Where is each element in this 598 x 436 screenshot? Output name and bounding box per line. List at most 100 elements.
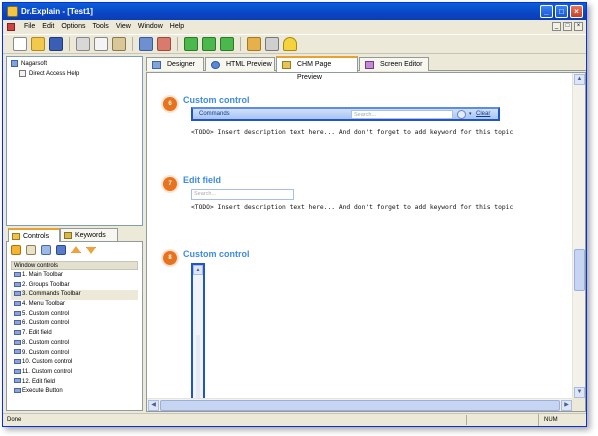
project-icon (11, 60, 18, 67)
commands-toolbar-preview: Commands Search... ▾ Clear (191, 107, 500, 121)
menu-window[interactable]: Window (138, 23, 163, 30)
new-document-icon[interactable] (13, 37, 27, 51)
settings-icon[interactable] (41, 245, 51, 255)
search-icon[interactable] (457, 110, 466, 119)
move-up-icon[interactable] (71, 246, 81, 253)
delete-icon[interactable] (56, 245, 66, 255)
export-icon[interactable] (247, 37, 261, 51)
chevron-down-icon[interactable]: ▾ (469, 111, 472, 117)
window-title: Dr.Explain - [Test1] (21, 7, 93, 16)
copy-icon[interactable] (94, 37, 108, 51)
list-item-selected[interactable]: 3. Commands Toolbar (11, 290, 138, 301)
mdi-buttons: _ □ × (552, 22, 583, 31)
status-bar: Done NUM (3, 413, 586, 426)
list-item[interactable]: 10. Custom control (11, 358, 138, 368)
menu-tools[interactable]: Tools (92, 23, 108, 30)
scroll-up-icon[interactable]: ▲ (193, 265, 203, 275)
scroll-left-icon[interactable]: ◀ (148, 400, 159, 411)
menu-help[interactable]: Help (170, 23, 184, 30)
menu-edit[interactable]: Edit (42, 23, 54, 30)
edit-control-icon[interactable] (26, 245, 36, 255)
tree-child[interactable]: Direct Access Help (19, 70, 79, 77)
list-item[interactable]: 9. Custom control (11, 349, 138, 359)
menu-bar: File Edit Options Tools View Window Help (3, 20, 586, 33)
scroll-thumb[interactable] (574, 249, 585, 291)
list-item[interactable]: 2. Groups Toolbar (11, 281, 138, 291)
control-icon (14, 310, 21, 316)
capture-window-icon[interactable] (202, 37, 216, 51)
list-item-label: 10. Custom control (22, 359, 73, 366)
title-bar[interactable]: Dr.Explain - [Test1] _ □ × (3, 3, 586, 20)
list-item[interactable]: 1. Main Toolbar (11, 271, 138, 281)
menu-view[interactable]: View (116, 23, 131, 30)
clear-link[interactable]: Clear (476, 111, 490, 117)
mdi-minimize-button[interactable]: _ (552, 22, 561, 31)
key-icon (64, 232, 72, 239)
undo-icon[interactable] (139, 37, 153, 51)
page-preview[interactable]: 6 Custom control Commands Search... ▾ Cl… (146, 72, 586, 412)
document-icon[interactable] (7, 22, 15, 31)
horizontal-scrollbar[interactable]: ◀ ▶ (147, 398, 573, 411)
control-icon (14, 359, 21, 365)
tab-chm-page-preview[interactable]: CHM Page Preview (276, 56, 358, 81)
tab-controls[interactable]: Controls (8, 228, 60, 242)
paste-icon[interactable] (112, 37, 126, 51)
num-lock-indicator: NUM (538, 414, 574, 426)
redo-icon[interactable] (157, 37, 171, 51)
menu-file[interactable]: File (24, 23, 35, 30)
add-control-icon[interactable] (11, 245, 21, 255)
tab-keywords[interactable]: Keywords (60, 228, 118, 242)
list-item-label: 4. Menu Toolbar (22, 301, 65, 308)
app-icon (7, 6, 18, 17)
list-item-label: 11. Custom control (22, 368, 72, 375)
tab-designer[interactable]: Designer (146, 57, 204, 71)
commands-search-field[interactable]: Search... (351, 110, 453, 119)
control-icon (14, 339, 21, 345)
save-icon[interactable] (49, 37, 63, 51)
list-item[interactable]: 6. Custom control (11, 319, 138, 329)
tab-screen-editor[interactable]: Screen Editor (359, 57, 429, 71)
capture-area-icon[interactable] (220, 37, 234, 51)
toolbar-separator (240, 37, 241, 51)
print-icon[interactable] (265, 37, 279, 51)
scroll-track[interactable] (196, 335, 200, 405)
list-item[interactable]: 12. Edit field (11, 378, 138, 388)
list-item[interactable]: 5. Custom control (11, 310, 138, 320)
tab-html-preview[interactable]: HTML Preview (205, 57, 275, 71)
menu-options[interactable]: Options (61, 23, 85, 30)
scroll-down-icon[interactable]: ▼ (574, 387, 585, 398)
project-tree[interactable]: Nagarsoft Direct Access Help (6, 56, 143, 226)
control-icon (14, 349, 21, 355)
tree-root-label: Nagarsoft (21, 61, 48, 68)
scroll-up-icon[interactable]: ▲ (574, 74, 585, 85)
mdi-restore-button[interactable]: □ (563, 22, 572, 31)
scroll-right-icon[interactable]: ▶ (561, 400, 572, 411)
minimize-button[interactable]: _ (540, 5, 553, 18)
control-icon (14, 271, 21, 277)
section-title: Custom control (183, 95, 250, 105)
list-item[interactable]: Execute Button (11, 387, 138, 397)
screen-editor-icon (365, 61, 374, 69)
scroll-thumb-horizontal[interactable] (160, 400, 560, 411)
tree-root[interactable]: Nagarsoft (11, 60, 47, 67)
edit-field-preview[interactable]: Search... (191, 189, 294, 200)
control-icon (14, 291, 21, 297)
capture-icon[interactable] (184, 37, 198, 51)
mdi-close-button[interactable]: × (574, 22, 583, 31)
cut-icon[interactable] (76, 37, 90, 51)
open-folder-icon[interactable] (31, 37, 45, 51)
vertical-scrollbar[interactable]: ▲ ▼ (572, 73, 585, 399)
section-description: <TODO> Insert description text here... A… (191, 204, 514, 211)
status-cell (466, 415, 536, 425)
scroll-corner (572, 398, 585, 411)
list-item[interactable]: 7. Edit field (11, 329, 138, 339)
list-item[interactable]: 8. Custom control (11, 339, 138, 349)
move-down-icon[interactable] (86, 247, 96, 254)
section-number-badge: 6 (163, 97, 177, 111)
maximize-button[interactable]: □ (555, 5, 568, 18)
close-button[interactable]: × (570, 5, 583, 18)
list-item[interactable]: 4. Menu Toolbar (11, 300, 138, 310)
list-item[interactable]: 11. Custom control (11, 368, 138, 378)
help-icon[interactable] (283, 37, 297, 51)
controls-list: 1. Main Toolbar 2. Groups Toolbar 3. Com… (11, 271, 138, 397)
